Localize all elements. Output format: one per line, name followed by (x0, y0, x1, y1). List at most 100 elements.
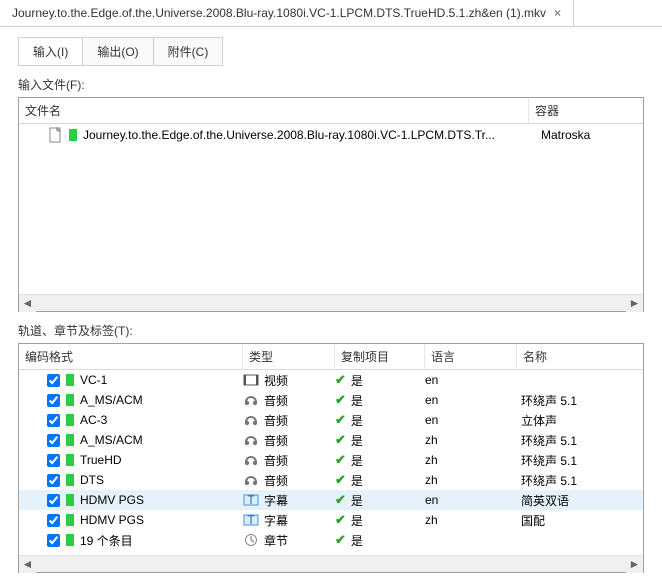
file-icon (49, 127, 63, 143)
track-codec: 19 个条目 (80, 532, 133, 549)
tracks-header-type[interactable]: 类型 (243, 344, 335, 369)
track-name: 国配 (517, 512, 643, 529)
scroll-right-icon[interactable]: ► (626, 295, 643, 312)
check-icon: ✔ (335, 452, 346, 468)
status-icon (66, 494, 74, 506)
track-codec: AC-3 (80, 413, 107, 427)
audio-icon (243, 473, 259, 487)
tab-output[interactable]: 输出(O) (83, 38, 153, 65)
track-codec: A_MS/ACM (80, 433, 143, 447)
track-copy: 是 (351, 392, 363, 409)
status-icon (66, 454, 74, 466)
track-lang: en (425, 373, 517, 387)
svg-text:T: T (247, 493, 255, 507)
tab-attachments[interactable]: 附件(C) (154, 38, 223, 65)
track-row[interactable]: AC-3音频✔是en立体声 (19, 410, 643, 430)
scroll-left-icon[interactable]: ◄ (19, 295, 36, 312)
files-header-filename[interactable]: 文件名 (19, 98, 529, 123)
track-copy: 是 (351, 452, 363, 469)
tracks-label: 轨道、章节及标签(T): (18, 322, 644, 339)
file-tab[interactable]: Journey.to.the.Edge.of.the.Universe.2008… (0, 0, 574, 26)
track-lang: en (425, 393, 517, 407)
audio-icon (243, 433, 259, 447)
track-type: 音频 (264, 392, 288, 409)
tracks-header-lang[interactable]: 语言 (425, 344, 517, 369)
track-copy: 是 (351, 492, 363, 509)
track-copy: 是 (351, 532, 363, 549)
scroll-right-icon[interactable]: ► (626, 556, 643, 573)
track-row[interactable]: HDMV PGST字幕✔是en简英双语 (19, 490, 643, 510)
file-name: Journey.to.the.Edge.of.the.Universe.2008… (83, 128, 495, 142)
audio-icon (243, 393, 259, 407)
track-checkbox[interactable] (47, 454, 60, 467)
track-checkbox[interactable] (47, 394, 60, 407)
track-copy: 是 (351, 512, 363, 529)
subtitle-icon: T (243, 493, 259, 507)
track-copy: 是 (351, 432, 363, 449)
track-lang: zh (425, 513, 517, 527)
audio-icon (243, 453, 259, 467)
check-icon: ✔ (335, 372, 346, 388)
track-lang: en (425, 493, 517, 507)
track-copy: 是 (351, 412, 363, 429)
track-checkbox[interactable] (47, 514, 60, 527)
track-checkbox[interactable] (47, 414, 60, 427)
status-icon (66, 534, 74, 546)
sub-tab-bar: 输入(I) 输出(O) 附件(C) (18, 37, 223, 66)
track-checkbox[interactable] (47, 474, 60, 487)
tracks-header-name[interactable]: 名称 (517, 344, 643, 369)
tracks-hscroll[interactable]: ◄ ► (19, 555, 643, 572)
track-row[interactable]: TrueHD音频✔是zh环绕声 5.1 (19, 450, 643, 470)
files-hscroll[interactable]: ◄ ► (19, 294, 643, 311)
track-checkbox[interactable] (47, 434, 60, 447)
input-files-label: 输入文件(F): (18, 76, 644, 93)
track-row[interactable]: A_MS/ACM 音频 ✔ 是 en环绕声 5.1 (19, 390, 643, 410)
track-row[interactable]: HDMV PGST字幕✔是zh国配 (19, 510, 643, 530)
tracks-header-codec[interactable]: 编码格式 (19, 344, 243, 369)
track-name: 环绕声 5.1 (517, 392, 643, 409)
video-icon (243, 373, 259, 387)
track-row[interactable]: VC-1视频✔是en (19, 370, 643, 390)
status-icon (66, 374, 74, 386)
tracks-body: VC-1视频✔是enA_MS/ACM音频✔是en环绕声 5.1AC-3音频✔是e… (19, 370, 643, 555)
audio-icon (243, 413, 259, 427)
track-row[interactable]: 19 个条目章节✔是 (19, 530, 643, 550)
track-codec: TrueHD (80, 453, 122, 467)
track-lang: zh (425, 433, 517, 447)
file-row[interactable]: Journey.to.the.Edge.of.the.Universe.2008… (19, 124, 643, 146)
tracks-header-copy[interactable]: 复制项目 (335, 344, 425, 369)
track-row[interactable]: A_MS/ACM 音频 ✔ 是 zh环绕声 5.1 (19, 430, 643, 450)
track-type: 章节 (264, 532, 288, 549)
track-checkbox[interactable] (47, 374, 60, 387)
track-codec: HDMV PGS (80, 493, 144, 507)
track-type: 视频 (264, 372, 288, 389)
track-type: 音频 (264, 472, 288, 489)
track-codec: A_MS/ACM (80, 393, 143, 407)
track-checkbox[interactable] (47, 494, 60, 507)
status-icon (66, 414, 74, 426)
track-name: 立体声 (517, 412, 643, 429)
track-codec: HDMV PGS (80, 513, 144, 527)
file-container: Matroska (535, 128, 637, 142)
track-name: 简英双语 (517, 492, 643, 509)
svg-text:T: T (247, 513, 255, 527)
track-type: 字幕 (264, 492, 288, 509)
tab-input[interactable]: 输入(I) (19, 38, 83, 65)
close-icon[interactable]: × (554, 6, 561, 20)
check-icon: ✔ (335, 432, 346, 448)
track-name: 环绕声 5.1 (517, 452, 643, 469)
check-icon: ✔ (335, 392, 346, 408)
scroll-left-icon[interactable]: ◄ (19, 556, 36, 573)
status-icon (66, 394, 74, 406)
track-lang: zh (425, 473, 517, 487)
track-codec: VC-1 (80, 373, 107, 387)
subtitle-icon: T (243, 513, 259, 527)
track-codec: DTS (80, 473, 104, 487)
track-checkbox[interactable] (47, 534, 60, 547)
track-type: 音频 (264, 432, 288, 449)
tracks-table: 编码格式 类型 复制项目 语言 名称 VC-1 视频 ✔ 是 en A_MS/ACM 音频 ✔… (18, 343, 644, 573)
track-row[interactable]: DTS音频✔是zh环绕声 5.1 (19, 470, 643, 490)
files-header-container[interactable]: 容器 (529, 98, 643, 123)
track-name: 环绕声 5.1 (517, 432, 643, 449)
check-icon: ✔ (335, 472, 346, 488)
